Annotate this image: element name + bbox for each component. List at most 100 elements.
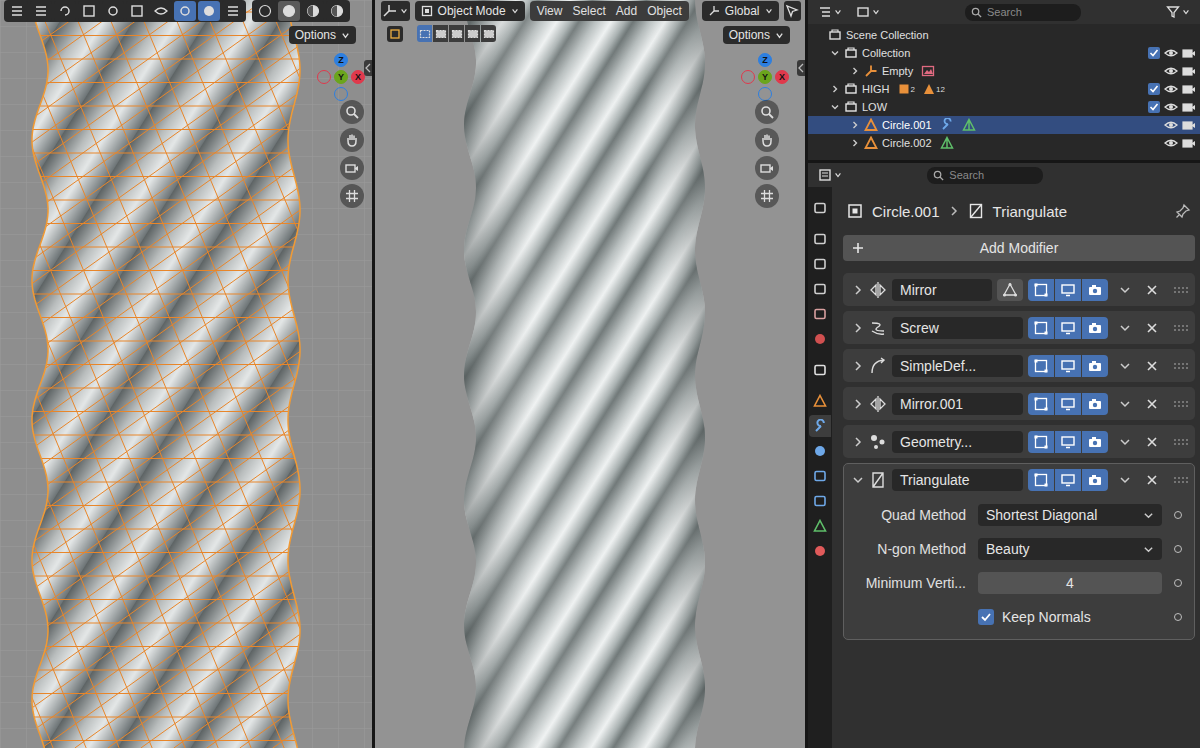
properties-tab[interactable] bbox=[809, 197, 831, 219]
sidebar-toggle[interactable] bbox=[797, 60, 805, 76]
shading-button[interactable] bbox=[326, 1, 348, 21]
collapsed-arrow-icon[interactable] bbox=[852, 360, 864, 372]
properties-tab[interactable] bbox=[809, 303, 831, 325]
keyframe-dot[interactable] bbox=[1174, 579, 1182, 587]
eye-open-icon[interactable] bbox=[1164, 82, 1178, 96]
header-button[interactable] bbox=[102, 1, 124, 21]
collapsed-arrow-icon[interactable] bbox=[850, 66, 860, 76]
close-icon[interactable] bbox=[1146, 360, 1158, 372]
shading-button[interactable] bbox=[278, 1, 300, 21]
zoom-button[interactable] bbox=[755, 100, 779, 124]
pan-button[interactable] bbox=[755, 128, 779, 152]
header-button[interactable] bbox=[174, 1, 196, 21]
properties-tab[interactable] bbox=[809, 440, 831, 462]
select-mode-button[interactable] bbox=[481, 25, 496, 42]
exclude-checkbox[interactable] bbox=[1148, 101, 1160, 113]
keyframe-dot[interactable] bbox=[1174, 545, 1182, 553]
modifier-header[interactable]: Mirror bbox=[844, 274, 1194, 305]
render-toggle[interactable] bbox=[1082, 431, 1108, 453]
eye-open-icon[interactable] bbox=[1164, 64, 1178, 78]
pivot-button[interactable] bbox=[784, 1, 801, 21]
edit-mode-toggle[interactable] bbox=[1028, 355, 1054, 377]
edit-mode-toggle[interactable] bbox=[1028, 431, 1054, 453]
modifier-header[interactable]: Screw bbox=[844, 312, 1194, 343]
collection-row[interactable]: LOW bbox=[808, 98, 1200, 116]
orientation-dropdown[interactable]: Global bbox=[702, 1, 779, 21]
editor-type-button[interactable] bbox=[814, 3, 846, 21]
header-button[interactable] bbox=[198, 1, 220, 21]
select-mode-button[interactable] bbox=[417, 25, 432, 42]
edit-mode-toggle[interactable] bbox=[1028, 317, 1054, 339]
object-row[interactable]: Empty bbox=[808, 62, 1200, 80]
properties-tab[interactable] bbox=[809, 490, 831, 512]
camera-on-icon[interactable] bbox=[1182, 46, 1196, 60]
twisted-rope[interactable] bbox=[464, 0, 705, 748]
mesh-icon[interactable] bbox=[962, 118, 976, 132]
header-button[interactable] bbox=[222, 1, 244, 21]
drag-handle-icon[interactable] bbox=[1173, 399, 1189, 409]
keyframe-dot[interactable] bbox=[1174, 613, 1182, 621]
zoom-button[interactable] bbox=[340, 100, 364, 124]
modifier-name-field[interactable]: Triangulate bbox=[892, 469, 1023, 491]
collapsed-arrow-icon[interactable] bbox=[852, 322, 864, 334]
chevron-down-icon[interactable] bbox=[1119, 436, 1131, 448]
edit-mode-toggle[interactable] bbox=[1028, 279, 1054, 301]
select-mode-button[interactable] bbox=[449, 25, 464, 42]
sidebar-toggle[interactable] bbox=[364, 60, 372, 76]
options-button[interactable]: Options bbox=[289, 26, 356, 44]
menu-item[interactable]: Select bbox=[567, 4, 610, 18]
render-toggle[interactable] bbox=[1082, 317, 1108, 339]
keyframe-dot[interactable] bbox=[1174, 511, 1182, 519]
close-icon[interactable] bbox=[1146, 322, 1158, 334]
drag-handle-icon[interactable] bbox=[1173, 285, 1189, 295]
properties-tab[interactable] bbox=[809, 465, 831, 487]
header-button[interactable] bbox=[126, 1, 148, 21]
menu-item[interactable]: View bbox=[532, 4, 568, 18]
modifier-header[interactable]: Triangulate bbox=[844, 464, 1194, 495]
collapsed-arrow-icon[interactable] bbox=[852, 284, 864, 296]
collapsed-arrow-icon[interactable] bbox=[852, 436, 864, 448]
shading-button[interactable] bbox=[302, 1, 324, 21]
modifier-header[interactable]: Geometry... bbox=[844, 426, 1194, 457]
object-row[interactable]: Circle.002 bbox=[808, 134, 1200, 152]
render-toggle[interactable] bbox=[1082, 393, 1108, 415]
checkbox-field[interactable]: Keep Normals bbox=[978, 609, 1162, 625]
axis-handle[interactable]: Z bbox=[758, 53, 772, 67]
camera-view-button[interactable] bbox=[340, 156, 364, 180]
axis-handle[interactable] bbox=[758, 87, 772, 101]
camera-on-icon[interactable] bbox=[1182, 118, 1196, 132]
camera-view-button[interactable] bbox=[755, 156, 779, 180]
checkbox[interactable] bbox=[978, 609, 994, 625]
edit-mode-toggle[interactable] bbox=[1028, 469, 1054, 491]
menu-item[interactable]: Add bbox=[611, 4, 642, 18]
drag-handle-icon[interactable] bbox=[1173, 323, 1189, 333]
modifier-icon[interactable] bbox=[940, 118, 954, 132]
header-button[interactable] bbox=[30, 1, 52, 21]
collection-row[interactable]: HIGH212 bbox=[808, 80, 1200, 98]
edit-mode-toggle[interactable] bbox=[1028, 393, 1054, 415]
camera-on-icon[interactable] bbox=[1182, 82, 1196, 96]
axis-handle[interactable] bbox=[334, 87, 348, 101]
properties-tab[interactable] bbox=[809, 228, 831, 250]
render-toggle[interactable] bbox=[1082, 355, 1108, 377]
modifier-header[interactable]: Mirror.001 bbox=[844, 388, 1194, 419]
eye-open-icon[interactable] bbox=[1164, 118, 1178, 132]
pin-icon[interactable] bbox=[1175, 203, 1191, 219]
collapsed-arrow-icon[interactable] bbox=[830, 84, 840, 94]
viewport-toggle[interactable] bbox=[1055, 317, 1081, 339]
render-canvas[interactable] bbox=[375, 0, 805, 748]
on-cage-toggle[interactable] bbox=[997, 279, 1023, 301]
header-button[interactable] bbox=[150, 1, 172, 21]
viewport-toggle[interactable] bbox=[1055, 431, 1081, 453]
chevron-down-icon[interactable] bbox=[1119, 474, 1131, 486]
properties-tab[interactable] bbox=[809, 515, 831, 537]
close-icon[interactable] bbox=[1146, 398, 1158, 410]
select-mode-button[interactable] bbox=[433, 25, 448, 42]
axis-handle[interactable]: Y bbox=[334, 70, 348, 84]
modifier-name-field[interactable]: Screw bbox=[892, 317, 1023, 339]
axis-handle[interactable] bbox=[741, 70, 755, 84]
editor-type-button[interactable] bbox=[381, 1, 410, 21]
collapsed-arrow-icon[interactable] bbox=[850, 120, 860, 130]
viewport-toggle[interactable] bbox=[1055, 469, 1081, 491]
drag-handle-icon[interactable] bbox=[1173, 437, 1189, 447]
